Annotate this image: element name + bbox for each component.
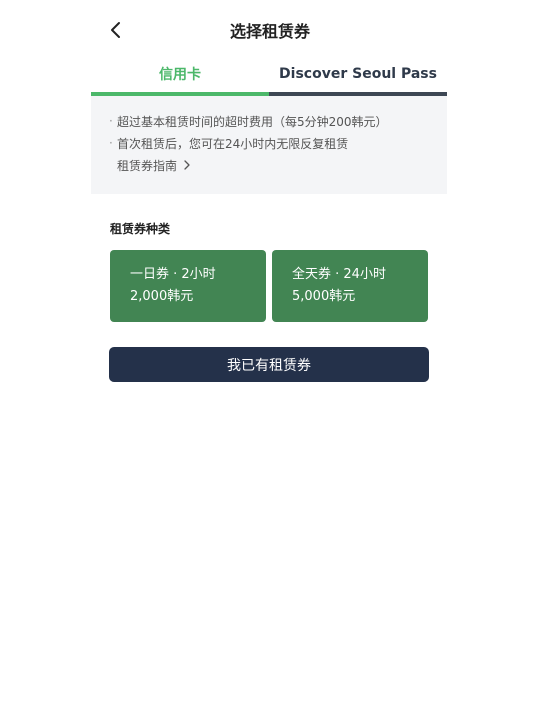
- tab-discover-seoul-pass[interactable]: Discover Seoul Pass: [269, 56, 447, 96]
- page-title: 选择租赁券: [229, 22, 310, 41]
- header: 选择租赁券: [0, 0, 540, 60]
- pass-guide-link[interactable]: 租赁券指南: [109, 154, 429, 176]
- pass-name: 全天券 · 24小时: [292, 267, 386, 282]
- pass-card-all-day[interactable]: 全天券 · 24小时 5,000韩元: [272, 250, 428, 322]
- info-text-overtime: 超过基本租赁时间的超时费用（每5分钟200韩元）: [117, 114, 388, 129]
- pass-price: 2,000韩元: [130, 289, 194, 304]
- info-text-unlimited: 首次租赁后，您可在24小时内无限反复租赁: [117, 136, 349, 151]
- section-title: 租赁券种类: [110, 222, 171, 236]
- info-line: · 超过基本租赁时间的超时费用（每5分钟200韩元）: [109, 110, 429, 132]
- tab-credit-card[interactable]: 信用卡: [91, 56, 269, 96]
- pass-guide-label: 租赁券指南: [117, 158, 178, 173]
- bullet-icon: ·: [109, 136, 113, 150]
- pass-price: 5,000韩元: [292, 289, 356, 304]
- bullet-icon: ·: [109, 114, 113, 128]
- info-box: · 超过基本租赁时间的超时费用（每5分钟200韩元） · 首次租赁后，您可在24…: [91, 96, 447, 194]
- tab-bar: 信用卡 Discover Seoul Pass: [91, 56, 447, 96]
- pass-grid: 一日券 · 2小时 2,000韩元 全天券 · 24小时 5,000韩元: [110, 250, 428, 322]
- have-pass-button[interactable]: 我已有租赁券: [109, 347, 429, 382]
- pass-card-one-day[interactable]: 一日券 · 2小时 2,000韩元: [110, 250, 266, 322]
- pass-name: 一日券 · 2小时: [130, 267, 216, 282]
- info-line: · 首次租赁后，您可在24小时内无限反复租赁: [109, 132, 429, 154]
- chevron-right-icon: [184, 160, 190, 170]
